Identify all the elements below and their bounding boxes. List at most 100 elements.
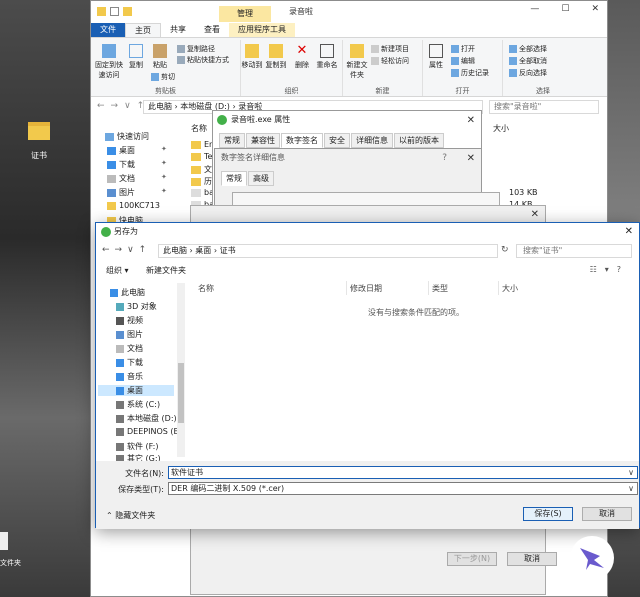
nav-arrows[interactable]: ←→∨↑ xyxy=(102,245,151,255)
help-icon[interactable]: ? xyxy=(442,149,447,167)
select-all-button[interactable]: 全部选择 xyxy=(509,44,547,54)
new-item-button[interactable]: 新建项目 xyxy=(371,44,409,54)
tab-compat[interactable]: 兼容性 xyxy=(246,133,280,148)
address-input[interactable]: 此电脑 › 桌面 › 证书 xyxy=(158,244,498,258)
nav-videos[interactable]: 视频 xyxy=(116,315,143,326)
nav-drive-d[interactable]: 本地磁盘 (D:) xyxy=(116,413,177,424)
tab-app-tools[interactable]: 应用程序工具 xyxy=(229,23,295,37)
nav-desktop[interactable]: 桌面 xyxy=(98,385,174,396)
nav-folder-100kc713[interactable]: 100KC713 xyxy=(107,201,160,210)
maximize-icon[interactable]: ☐ xyxy=(561,4,569,14)
filename-input[interactable]: 软件证书 ∨ xyxy=(168,466,638,479)
nav-downloads[interactable]: 下载 xyxy=(107,159,135,170)
minimize-icon[interactable]: — xyxy=(530,4,539,14)
tab-general[interactable]: 常规 xyxy=(219,133,245,148)
cancel-button[interactable]: 取消 xyxy=(582,507,632,521)
context-tab-manage[interactable]: 管理 xyxy=(219,6,271,22)
tab-view[interactable]: 查看 xyxy=(195,23,229,37)
folder-icon[interactable] xyxy=(97,7,106,16)
computer-icon xyxy=(110,288,118,297)
column-size[interactable]: 大小 xyxy=(502,283,518,294)
new-folder-button[interactable]: 新建文件夹 xyxy=(345,44,369,80)
hide-folders-toggle[interactable]: ⌃ 隐藏文件夹 xyxy=(106,510,155,521)
nav-documents[interactable]: 文档 xyxy=(107,173,135,184)
close-icon[interactable]: ✕ xyxy=(531,209,539,220)
nav-drive-c[interactable]: 系统 (C:) xyxy=(116,399,160,410)
select-none-button[interactable]: 全部取消 xyxy=(509,56,547,66)
nav-documents[interactable]: 文档 xyxy=(116,343,143,354)
nav-music[interactable]: 音乐 xyxy=(116,371,143,382)
chevron-down-icon[interactable]: ∨ xyxy=(628,467,634,478)
delete-button[interactable]: ✕ 删除 xyxy=(293,44,311,70)
invert-select-button[interactable]: 反向选择 xyxy=(509,68,547,78)
easy-access-button[interactable]: 轻松访问 xyxy=(371,56,409,66)
close-icon[interactable]: ✕ xyxy=(591,4,599,14)
move-to-button[interactable]: 移动到 xyxy=(241,44,263,70)
tab-share[interactable]: 共享 xyxy=(161,23,195,37)
nav-desktop[interactable]: 桌面 xyxy=(107,145,135,156)
desktop-file-icon[interactable] xyxy=(0,532,8,550)
cut-button[interactable]: 剪切 xyxy=(151,72,175,82)
open-button[interactable]: 打开 xyxy=(451,44,475,54)
scissors-icon xyxy=(151,73,159,81)
column-date[interactable]: 修改日期 xyxy=(350,283,382,294)
column-size[interactable]: 大小 xyxy=(493,123,509,134)
tab-advanced[interactable]: 高级 xyxy=(248,171,274,186)
tab-home[interactable]: 主页 xyxy=(125,23,161,37)
nav-pictures[interactable]: 图片 xyxy=(107,187,135,198)
column-type[interactable]: 类型 xyxy=(432,283,448,294)
nav-3d-objects[interactable]: 3D 对象 xyxy=(116,301,157,312)
refresh-icon[interactable]: ↻ xyxy=(501,245,509,255)
save-button[interactable]: 保存(S) xyxy=(523,507,573,521)
search-input[interactable]: 搜索"录音啦" xyxy=(489,100,599,114)
edit-button[interactable]: 编辑 xyxy=(451,56,475,66)
properties-tabs: 常规 兼容性 数字签名 安全 详细信息 以前的版本 xyxy=(219,133,481,148)
tab-security[interactable]: 安全 xyxy=(324,133,350,148)
filename-label: 文件名(N): xyxy=(125,469,164,478)
view-options-icon[interactable]: ☷▾? xyxy=(590,265,629,274)
explorer-titlebar: 管理 录音啦 — ☐ ✕ xyxy=(91,1,607,23)
nav-downloads[interactable]: 下载 xyxy=(116,357,143,368)
scrollbar-thumb[interactable] xyxy=(178,363,184,423)
copy-button[interactable]: 复制 xyxy=(125,44,147,70)
desktop-folder-icon[interactable] xyxy=(28,122,50,140)
folder-icon xyxy=(191,152,201,161)
search-input[interactable]: 搜索"证书" xyxy=(516,244,632,258)
close-icon[interactable]: ✕ xyxy=(467,150,475,168)
pin-button[interactable]: 固定到快速访问 xyxy=(95,44,123,80)
tab-signature[interactable]: 数字签名 xyxy=(281,133,323,148)
new-folder-button[interactable]: 新建文件夹 xyxy=(146,265,186,276)
chevron-down-icon[interactable]: ∨ xyxy=(628,483,634,494)
close-icon[interactable]: ✕ xyxy=(467,112,475,130)
new-folder-icon[interactable] xyxy=(123,7,132,16)
paste-button[interactable]: 粘贴 xyxy=(149,44,171,70)
nav-quick-access[interactable]: 快速访问 xyxy=(105,131,149,142)
copy-to-button[interactable]: 复制到 xyxy=(265,44,287,70)
rename-button[interactable]: 重命名 xyxy=(315,44,339,70)
nav-scrollbar[interactable] xyxy=(177,283,185,457)
filetype-select[interactable]: DER 编码二进制 X.509 (*.cer) ∨ xyxy=(168,482,638,495)
column-name[interactable]: 名称 xyxy=(198,283,214,294)
nav-pictures[interactable]: 图片 xyxy=(116,329,143,340)
cancel-button[interactable]: 取消 xyxy=(507,552,557,566)
bird-logo-icon xyxy=(570,536,614,580)
tab-details[interactable]: 详细信息 xyxy=(351,133,393,148)
properties-button[interactable]: 属性 xyxy=(425,44,447,70)
copy-path-button[interactable]: 复制路径 xyxy=(177,44,215,54)
tab-previous[interactable]: 以前的版本 xyxy=(394,133,444,148)
paste-shortcut-button[interactable]: 粘贴快捷方式 xyxy=(177,55,229,65)
move-icon xyxy=(245,44,259,58)
properties-icon[interactable] xyxy=(110,7,119,16)
history-button[interactable]: 历史记录 xyxy=(451,68,489,78)
nav-drive-f[interactable]: 软件 (F:) xyxy=(116,441,158,452)
close-icon[interactable]: ✕ xyxy=(625,223,633,241)
filetype-label: 保存类型(T): xyxy=(118,485,164,494)
list-item[interactable]: ba xyxy=(191,188,214,197)
nav-drive-e[interactable]: DEEPINOS (E:) xyxy=(116,427,184,436)
nav-this-pc[interactable]: 此电脑 xyxy=(110,287,145,298)
tab-file[interactable]: 文件 xyxy=(91,23,125,37)
organize-button[interactable]: 组织 ▾ xyxy=(106,265,129,276)
tab-general[interactable]: 常规 xyxy=(221,171,247,186)
next-button[interactable]: 下一步(N) xyxy=(447,552,497,566)
column-name[interactable]: 名称 xyxy=(191,123,207,134)
